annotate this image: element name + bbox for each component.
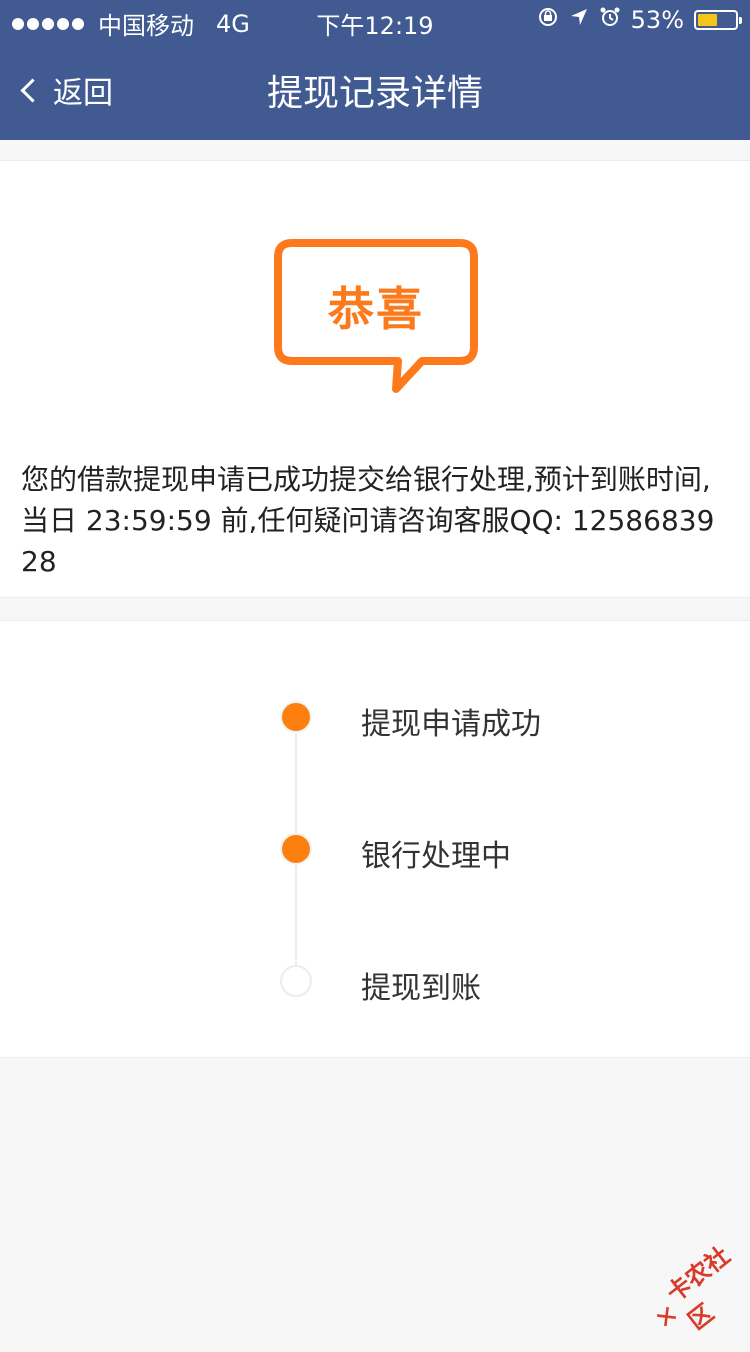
top-bar: 中国移动 4G 下午12:19 53% 返回 提现记录详情 — [0, 0, 750, 140]
page-title: 提现记录详情 — [266, 73, 483, 114]
watermark-logo: ✕ 卡农社区 — [637, 1234, 750, 1352]
alarm-icon — [599, 6, 621, 34]
battery-icon — [694, 10, 742, 30]
step-label: 银行处理中 — [361, 839, 511, 874]
timeline-step: 提现申请成功 — [0, 697, 750, 742]
timeline-step: 提现到账 — [0, 961, 750, 1006]
step-status-dot — [280, 833, 312, 865]
step-label: 提现到账 — [361, 971, 481, 1006]
step-label: 提现申请成功 — [361, 707, 541, 742]
battery-percent: 53% — [630, 6, 684, 34]
congrats-card: 恭喜 您的借款提现申请已成功提交给银行处理,预计到账时间,当日 23:59:59… — [0, 160, 750, 598]
nav-bar: 返回 提现记录详情 — [0, 40, 750, 140]
congrats-text: 恭喜 — [328, 282, 424, 336]
speech-bubble-icon: 恭喜 — [274, 239, 478, 399]
location-arrow-icon — [569, 7, 589, 33]
step-status-dot — [280, 701, 312, 733]
timeline-step: 银行处理中 — [0, 829, 750, 874]
submission-message: 您的借款提现申请已成功提交给银行处理,预计到账时间,当日 23:59:59 前,… — [21, 463, 715, 578]
status-right: 53% — [537, 6, 742, 34]
status-bar: 中国移动 4G 下午12:19 53% — [0, 0, 750, 40]
step-status-dot — [280, 965, 312, 997]
progress-card: 提现申请成功 银行处理中 提现到账 — [0, 620, 750, 1058]
rotation-lock-icon — [537, 6, 559, 34]
